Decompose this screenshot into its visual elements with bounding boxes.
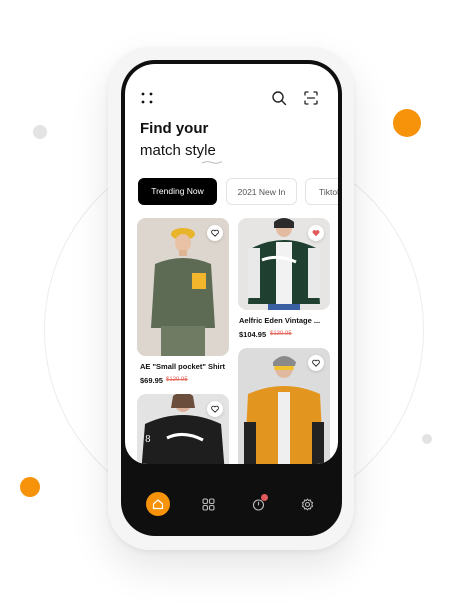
svg-text:8: 8 <box>145 435 151 445</box>
grid-dots-icon[interactable] <box>141 92 153 104</box>
heart-icon <box>211 229 219 237</box>
home-icon <box>152 499 164 510</box>
heart-icon <box>312 359 320 367</box>
nav-home-button[interactable] <box>146 492 170 516</box>
heart-filled-icon <box>312 230 320 237</box>
favorite-button[interactable] <box>308 355 324 371</box>
product-price: $69.95 <box>140 376 163 385</box>
favorite-button[interactable] <box>207 401 223 417</box>
heart-icon <box>211 405 219 413</box>
product-image-shirt[interactable] <box>137 218 229 356</box>
notification-badge <box>261 494 268 501</box>
phone-frame: Find your match style Trending Now 2021 … <box>121 60 342 536</box>
decor-dot-orange-large <box>393 109 421 137</box>
product-name[interactable]: AE "Small pocket" Shirt <box>140 362 225 371</box>
decor-dot-grey-large <box>33 125 47 139</box>
scan-icon[interactable] <box>303 90 319 106</box>
apps-icon[interactable] <box>202 498 215 511</box>
page-title-line2: match style <box>140 142 216 159</box>
product-price: $104.95 <box>239 330 267 339</box>
product-image-jacket[interactable] <box>238 218 330 310</box>
product-name[interactable]: Aelfric Eden Vintage ... <box>239 316 320 325</box>
product-old-price: $129.95 <box>166 377 188 383</box>
product-image-varsity-jacket[interactable]: 8 <box>137 394 229 464</box>
favorite-button[interactable] <box>207 225 223 241</box>
product-old-price: $139.95 <box>270 331 292 337</box>
settings-icon[interactable] <box>301 498 314 511</box>
page-title-line1: Find your <box>140 120 209 137</box>
app-screen: Find your match style Trending Now 2021 … <box>125 64 338 464</box>
favorite-button[interactable] <box>308 225 324 241</box>
tab-2021-new-in[interactable]: 2021 New In <box>226 178 297 205</box>
product-image-orange-jacket[interactable] <box>238 348 330 464</box>
decor-dot-grey-small <box>422 434 432 444</box>
title-underline-decoration <box>201 161 223 164</box>
tab-tiktok[interactable]: Tiktok <box>305 178 338 205</box>
bottom-navigation <box>121 464 342 536</box>
tab-trending-now[interactable]: Trending Now <box>138 178 217 205</box>
decor-dot-orange-small <box>20 477 40 497</box>
search-icon[interactable] <box>271 90 287 106</box>
